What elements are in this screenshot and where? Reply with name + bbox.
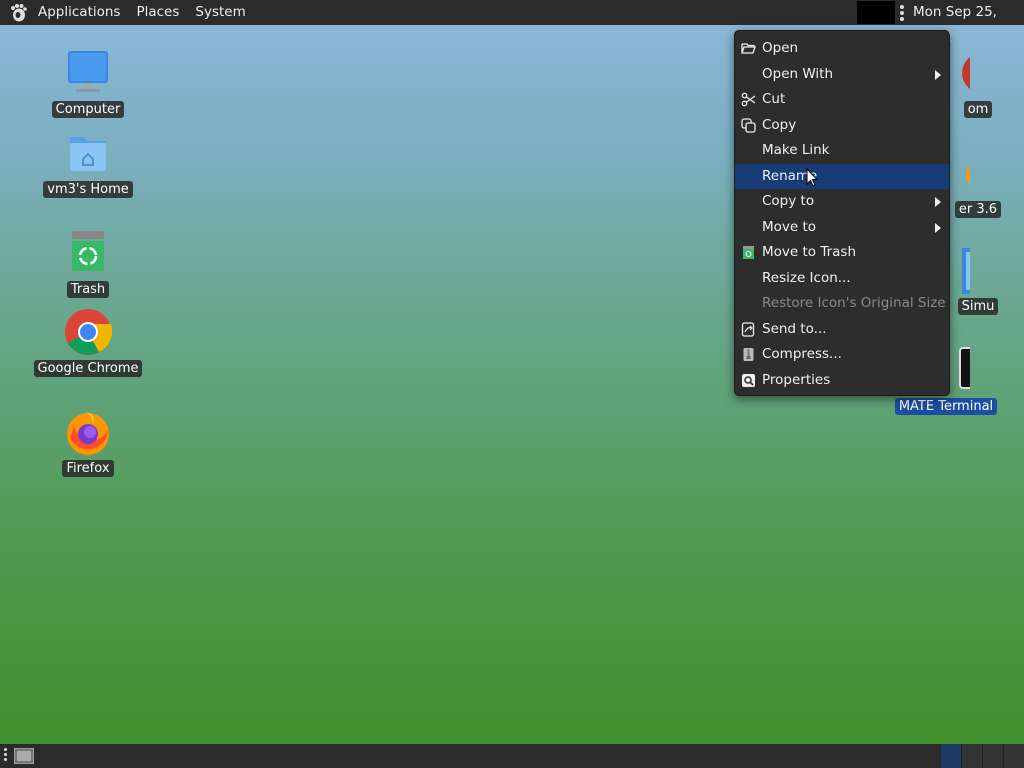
system-menu[interactable]: System bbox=[187, 0, 253, 25]
gnome-foot-icon[interactable] bbox=[8, 3, 28, 23]
copy-icon bbox=[741, 117, 756, 133]
send-icon bbox=[741, 321, 755, 337]
menu-item-copy-to[interactable]: Copy to bbox=[735, 189, 949, 215]
icon-label: vm3's Home bbox=[43, 181, 133, 198]
menu-item-resize-icon[interactable]: Resize Icon... bbox=[735, 266, 949, 292]
menu-item-open-with[interactable]: Open With bbox=[735, 62, 949, 88]
menu-item-cut[interactable]: Cut bbox=[735, 87, 949, 113]
menu-item-label: Open bbox=[762, 40, 799, 56]
menu-item-compress[interactable]: Compress... bbox=[735, 342, 949, 368]
home-folder-icon bbox=[64, 129, 112, 177]
places-menu[interactable]: Places bbox=[128, 0, 187, 25]
desktop-icon-firefox[interactable]: Firefox bbox=[28, 408, 148, 477]
context-menu: Open Open With Cut Copy Make Link Rename… bbox=[734, 30, 950, 396]
menu-item-properties[interactable]: Properties bbox=[735, 368, 949, 394]
icon-label: Simu bbox=[957, 298, 999, 315]
trash-icon bbox=[64, 229, 112, 277]
menu-item-move-to-trash[interactable]: Move to Trash bbox=[735, 240, 949, 266]
menu-item-make-link[interactable]: Make Link bbox=[735, 138, 949, 164]
menu-item-label: Copy bbox=[762, 116, 797, 133]
menu-item-copy[interactable]: Copy bbox=[735, 113, 949, 139]
menu-item-label: Move to Trash bbox=[762, 244, 857, 260]
menu-item-rename[interactable]: Rename bbox=[735, 163, 949, 189]
panel-handle-icon[interactable] bbox=[4, 748, 8, 763]
desktop-icon-computer[interactable]: Computer bbox=[28, 49, 148, 118]
icon-label: Trash bbox=[66, 281, 110, 298]
workspace-3[interactable] bbox=[982, 744, 1003, 768]
menu-item-label: Make Link bbox=[762, 142, 830, 158]
icon-label: Firefox bbox=[62, 460, 114, 477]
archive-icon bbox=[743, 348, 754, 361]
menu-item-label: Copy to bbox=[762, 193, 815, 209]
menu-item-label: Restore Icon's Original Size bbox=[762, 295, 946, 311]
tray-window-button[interactable] bbox=[857, 1, 895, 24]
icon-label: om bbox=[963, 101, 993, 118]
menu-item-open[interactable]: Open bbox=[735, 36, 949, 62]
top-panel: Applications Places System Mon Sep 25, 1… bbox=[0, 0, 1024, 45]
folder-open-icon bbox=[741, 43, 756, 54]
menu-item-label: Properties bbox=[762, 371, 831, 388]
bottom-panel bbox=[0, 744, 1024, 768]
icon-label: MATE Terminal bbox=[894, 398, 998, 415]
menu-item-label: Move to bbox=[762, 218, 817, 235]
show-desktop-icon[interactable] bbox=[14, 748, 34, 764]
workspace-4[interactable] bbox=[1003, 744, 1024, 768]
desktop-icon-chrome[interactable]: Google Chrome bbox=[28, 308, 148, 377]
icon-label: Google Chrome bbox=[33, 360, 143, 377]
submenu-arrow-icon bbox=[935, 69, 941, 80]
computer-icon bbox=[64, 49, 112, 97]
desktop-icon-trash[interactable]: Trash bbox=[28, 229, 148, 298]
menu-item-label: Open With bbox=[762, 65, 834, 82]
workspace-2[interactable] bbox=[961, 744, 982, 768]
menu-item-label: Compress... bbox=[762, 346, 842, 362]
menu-item-restore-icon-size: Restore Icon's Original Size bbox=[735, 291, 949, 317]
workspace-switcher bbox=[940, 744, 1024, 768]
icon-label: er 3.6 bbox=[954, 201, 1002, 218]
applications-menu[interactable]: Applications bbox=[30, 0, 128, 25]
menu-item-label: Cut bbox=[762, 91, 786, 107]
chrome-icon bbox=[64, 308, 113, 356]
properties-icon bbox=[742, 373, 755, 387]
desktop-icon-home[interactable]: vm3's Home bbox=[28, 129, 148, 198]
menu-item-send-to[interactable]: Send to... bbox=[735, 317, 949, 343]
scissors-icon bbox=[741, 92, 756, 107]
trash-icon bbox=[743, 246, 754, 259]
workspace-1[interactable] bbox=[940, 744, 961, 768]
submenu-arrow-icon bbox=[935, 197, 941, 207]
menu-item-label: Resize Icon... bbox=[762, 269, 851, 286]
panel-handle-icon[interactable] bbox=[900, 5, 904, 21]
menu-item-move-to[interactable]: Move to bbox=[735, 215, 949, 241]
submenu-arrow-icon bbox=[935, 222, 941, 233]
menu-item-label: Send to... bbox=[762, 320, 827, 337]
icon-label: Computer bbox=[51, 101, 125, 118]
firefox-icon bbox=[64, 408, 112, 456]
mouse-cursor-icon bbox=[806, 168, 819, 187]
